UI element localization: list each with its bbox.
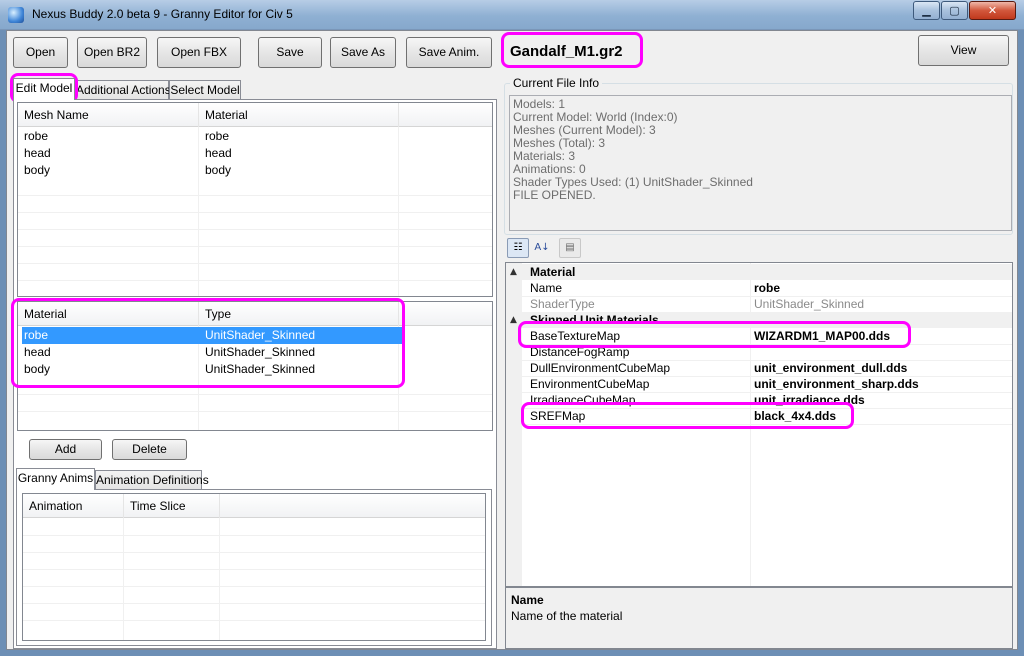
property-value[interactable]: unit_environment_dull.dds: [754, 360, 907, 376]
table-row[interactable]: robe robe: [18, 128, 492, 145]
edit-model-panel: Mesh Name Material robe robe head head b…: [11, 99, 497, 649]
shader-type-cell: UnitShader_Skinned: [205, 328, 316, 342]
category-material[interactable]: ▲ Material: [506, 264, 1012, 280]
material-name-cell: body: [24, 362, 51, 376]
shader-type-cell: UnitShader_Skinned: [205, 362, 316, 376]
mesh-name-cell: body: [24, 163, 51, 177]
material-list-header: Material Type: [18, 302, 492, 326]
table-row-selected[interactable]: robe UnitShader_Skinned: [18, 327, 492, 344]
tab-edit-model[interactable]: Edit Model: [13, 78, 75, 100]
property-row-environmentcubemap[interactable]: EnvironmentCubeMap unit_environment_shar…: [506, 376, 1012, 392]
collapse-icon[interactable]: ▲: [510, 264, 517, 280]
table-row[interactable]: body body: [18, 162, 492, 179]
property-value[interactable]: UnitShader_Skinned: [754, 296, 864, 312]
property-row-srefmap[interactable]: SREFMap black_4x4.dds: [506, 408, 1012, 424]
property-row-dullenvironmentcubemap[interactable]: DullEnvironmentCubeMap unit_environment_…: [506, 360, 1012, 376]
property-name: IrradianceCubeMap: [530, 393, 636, 407]
tab-select-model[interactable]: Select Model: [169, 80, 241, 100]
property-value[interactable]: robe: [754, 280, 780, 296]
open-button[interactable]: Open: [13, 37, 68, 68]
property-name: ShaderType: [530, 297, 595, 311]
table-row[interactable]: head head: [18, 145, 492, 162]
category-skinned-unit-materials[interactable]: ▲ Skinned Unit Materials: [506, 312, 1012, 328]
property-pages-icon[interactable]: ▤: [559, 238, 581, 258]
delete-button[interactable]: Delete: [112, 439, 187, 460]
column-header-mesh-name[interactable]: Mesh Name: [18, 103, 199, 127]
column-header-type[interactable]: Type: [199, 302, 399, 326]
minimize-button[interactable]: ▁: [913, 1, 940, 20]
collapse-icon[interactable]: ▲: [510, 312, 517, 328]
save-anim-button[interactable]: Save Anim.: [406, 37, 492, 68]
file-info-line: Materials: 3: [513, 149, 576, 163]
property-name: Name: [530, 281, 563, 295]
animation-list-header: Animation Time Slice: [23, 494, 485, 518]
shader-type-cell: UnitShader_Skinned: [205, 345, 316, 359]
property-name: SREFMap: [530, 409, 586, 423]
granny-anims-panel: Animation Time Slice: [16, 489, 492, 646]
animation-list[interactable]: Animation Time Slice: [22, 493, 486, 641]
material-list[interactable]: Material Type robe UnitShader_Skinned he…: [17, 301, 493, 431]
mesh-name-cell: robe: [24, 129, 49, 143]
material-cell: robe: [205, 129, 230, 143]
mesh-list[interactable]: Mesh Name Material robe robe head head b…: [17, 102, 493, 297]
tab-additional-actions[interactable]: Additional Actions: [75, 80, 171, 100]
property-name: BaseTextureMap: [530, 329, 621, 343]
title-bar[interactable]: Nexus Buddy 2.0 beta 9 - Granny Editor f…: [0, 0, 1024, 30]
close-button[interactable]: ✕: [969, 1, 1016, 20]
property-value[interactable]: unit_environment_sharp.dds: [754, 376, 919, 392]
property-value[interactable]: WIZARDM1_MAP00.dds: [754, 328, 890, 344]
column-header-animation[interactable]: Animation: [23, 494, 124, 518]
help-description: Name of the material: [511, 609, 623, 623]
current-file-info-group: Current File Info Models: 1 Current Mode…: [504, 76, 1013, 235]
file-info-line: Meshes (Total): 3: [513, 136, 606, 150]
file-info-line: FILE OPENED.: [513, 188, 596, 202]
column-header-material[interactable]: Material: [18, 302, 199, 326]
table-row[interactable]: body UnitShader_Skinned: [18, 361, 492, 378]
property-row-distancefogramp[interactable]: DistanceFogRamp: [506, 344, 1012, 360]
material-name-cell: head: [24, 345, 51, 359]
property-name: EnvironmentCubeMap: [530, 377, 650, 391]
file-name-label: Gandalf_M1.gr2: [510, 43, 623, 60]
file-info-text[interactable]: Models: 1 Current Model: World (Index:0)…: [509, 95, 1012, 231]
add-button[interactable]: Add: [29, 439, 102, 460]
mesh-list-header: Mesh Name Material: [18, 103, 492, 127]
tab-granny-anims[interactable]: Granny Anims: [16, 468, 95, 490]
table-row[interactable]: head UnitShader_Skinned: [18, 344, 492, 361]
save-as-button[interactable]: Save As: [330, 37, 396, 68]
view-button[interactable]: View: [918, 35, 1009, 66]
open-fbx-button[interactable]: Open FBX: [157, 37, 241, 68]
help-title: Name: [511, 593, 544, 607]
material-name-cell: robe: [24, 328, 49, 342]
category-label: Material: [530, 265, 576, 279]
tab-animation-definitions[interactable]: Animation Definitions: [95, 470, 209, 490]
categorized-icon[interactable]: ☷: [507, 238, 529, 258]
property-row-shadertype[interactable]: ShaderType UnitShader_Skinned: [506, 296, 1012, 312]
app-icon: [8, 7, 24, 23]
property-row-name[interactable]: Name robe: [506, 280, 1012, 296]
maximize-button[interactable]: ▢: [941, 1, 968, 20]
column-header-material[interactable]: Material: [199, 103, 399, 127]
property-name: DistanceFogRamp: [530, 345, 630, 359]
property-grid[interactable]: ▲ Material Name robe ShaderType UnitShad…: [505, 262, 1013, 587]
category-label: Skinned Unit Materials: [530, 313, 659, 327]
material-cell: head: [205, 146, 232, 160]
save-button[interactable]: Save: [258, 37, 322, 68]
property-help-box: Name Name of the material: [505, 587, 1013, 649]
property-row-basetexturemap[interactable]: BaseTextureMap WIZARDM1_MAP00.dds: [506, 328, 1012, 344]
window-title: Nexus Buddy 2.0 beta 9 - Granny Editor f…: [32, 7, 293, 21]
material-cell: body: [205, 163, 232, 177]
property-value[interactable]: black_4x4.dds: [754, 408, 836, 424]
property-value[interactable]: unit_irradiance.dds: [754, 392, 865, 408]
alphabetical-sort-icon[interactable]: A↓: [531, 238, 553, 258]
column-header-time-slice[interactable]: Time Slice: [124, 494, 220, 518]
current-file-info-legend: Current File Info: [510, 76, 603, 90]
property-row-irradiancecubemap[interactable]: IrradianceCubeMap unit_irradiance.dds: [506, 392, 1012, 408]
mesh-name-cell: head: [24, 146, 51, 160]
open-br2-button[interactable]: Open BR2: [77, 37, 147, 68]
main-window-client: Open Open BR2 Open FBX Save Save As Save…: [6, 30, 1018, 650]
property-name: DullEnvironmentCubeMap: [530, 361, 671, 375]
